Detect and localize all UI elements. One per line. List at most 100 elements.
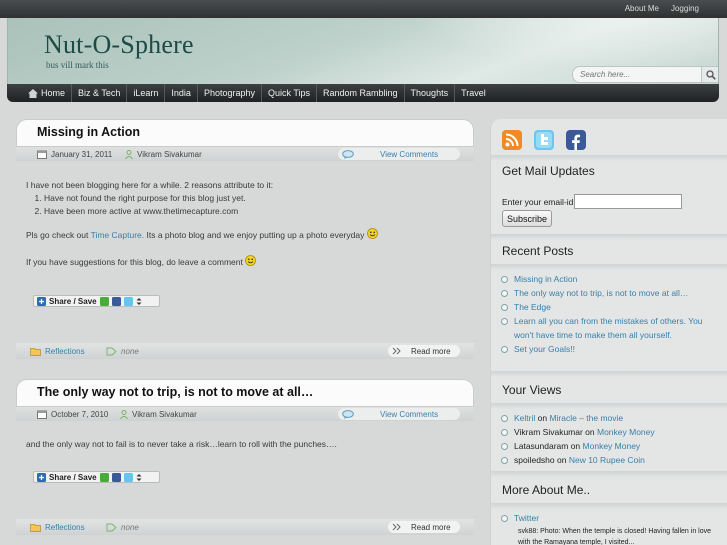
- recent-post-link[interactable]: The Edge: [514, 300, 551, 314]
- bullet-icon: [501, 304, 508, 311]
- comment-post-link[interactable]: Miracle – the movie: [549, 413, 623, 423]
- bullet-icon: [501, 276, 508, 283]
- subscribe-button[interactable]: Subscribe: [502, 210, 552, 227]
- nav-home[interactable]: Home: [22, 84, 73, 102]
- nav-biz-tech[interactable]: Biz & Tech: [72, 84, 128, 102]
- nav-india[interactable]: India: [165, 84, 198, 102]
- post-title[interactable]: Missing in Action: [37, 125, 473, 139]
- post-date: October 7, 2010: [37, 410, 108, 419]
- list-item: Learn all you can from the mistakes of o…: [501, 314, 723, 342]
- email-label: Enter your email-id: [502, 196, 574, 207]
- view-comments-link[interactable]: View Comments: [338, 408, 460, 420]
- about-list: Twitter: [501, 511, 723, 525]
- top-links: About Me Jogging: [625, 4, 699, 13]
- post-meta: October 7, 2010 Vikram Sivakumar View Co…: [16, 407, 474, 421]
- widget-divider: [491, 371, 727, 377]
- your-views-title: Your Views: [502, 383, 562, 397]
- site-title[interactable]: Nut-O-Sphere: [44, 30, 194, 60]
- comment-bubble-icon: [342, 409, 354, 419]
- user-icon: [125, 149, 133, 159]
- tags-text: none: [121, 522, 139, 532]
- post-text: If you have suggestions for this blog, d…: [26, 257, 243, 267]
- post-footer: Reflections none Read more: [16, 519, 474, 535]
- post-body: I have not been blogging here for a whil…: [26, 179, 466, 269]
- recent-post-link[interactable]: Learn all you can from the mistakes of o…: [514, 314, 723, 342]
- post-author-text: Vikram Sivakumar: [132, 409, 197, 419]
- bullet-icon: [501, 443, 508, 450]
- recent-posts-title: Recent Posts: [502, 244, 574, 258]
- category-link[interactable]: Reflections: [45, 347, 85, 356]
- post-author: Vikram Sivakumar: [125, 149, 202, 159]
- view-comments-label: View Comments: [380, 409, 439, 419]
- top-link-jogging[interactable]: Jogging: [671, 4, 699, 13]
- read-more-button[interactable]: Read more: [388, 345, 460, 357]
- recent-post-link[interactable]: The only way not to trip, is not to move…: [514, 286, 688, 300]
- site-tagline: bus vill mark this: [46, 60, 109, 70]
- email-field[interactable]: [574, 194, 683, 209]
- post-list: Have not found the right purpose for thi…: [44, 192, 466, 218]
- post-paragraph: Pls go check out Time Capture. Its a pho…: [26, 228, 466, 242]
- post-title[interactable]: The only way not to trip, is not to move…: [37, 385, 473, 399]
- double-chevron-right-icon: [392, 347, 401, 355]
- post-category: Reflections: [30, 523, 85, 532]
- twitter-icon[interactable]: [534, 130, 554, 150]
- plus-icon: [37, 296, 46, 306]
- facebook-icon[interactable]: [566, 130, 586, 150]
- widget-divider: [491, 155, 727, 161]
- twitter-share-icon: [123, 296, 133, 306]
- category-link[interactable]: Reflections: [45, 523, 85, 532]
- nav-random-rambling[interactable]: Random Rambling: [317, 84, 405, 102]
- recent-post-link[interactable]: Missing in Action: [514, 272, 577, 286]
- post-paragraph: and the only way not to fail is to never…: [26, 439, 337, 449]
- user-icon: [120, 409, 128, 419]
- comment-post-link[interactable]: Monkey Money: [597, 427, 655, 437]
- email-row: Enter your email-id: [502, 194, 683, 209]
- widget-divider: [491, 503, 727, 509]
- bullet-icon: [501, 457, 508, 464]
- folder-icon: [30, 523, 41, 532]
- nav-quick-tips[interactable]: Quick Tips: [262, 84, 317, 102]
- post-author: Vikram Sivakumar: [120, 409, 197, 419]
- list-item: Missing in Action: [501, 272, 723, 286]
- facebook-share-icon: [111, 472, 121, 482]
- share-save-button[interactable]: Share / Save: [33, 471, 160, 483]
- widget-divider: [491, 403, 727, 409]
- tweet-text: svk88: Photo: When the temple is closed!…: [518, 528, 711, 545]
- folder-icon: [30, 347, 41, 356]
- comment-author-link[interactable]: Keltril: [514, 413, 535, 423]
- rss-icon[interactable]: [502, 130, 522, 150]
- sidebar: Get Mail Updates Enter your email-id Sub…: [490, 119, 727, 545]
- recent-post-link[interactable]: Set your Goals!!: [514, 342, 575, 356]
- twitter-link[interactable]: Twitter: [514, 511, 539, 525]
- post-tags: none: [106, 523, 139, 532]
- search-input[interactable]: [572, 66, 702, 83]
- search-icon: [705, 69, 716, 80]
- list-item: Vikram Sivakumar on Monkey Money: [501, 425, 723, 439]
- widget-divider: [491, 234, 727, 240]
- nav-photography[interactable]: Photography: [198, 84, 262, 102]
- nav-travel[interactable]: Travel: [455, 84, 492, 102]
- share-save-button[interactable]: Share / Save: [33, 295, 160, 307]
- post-date-text: October 7, 2010: [51, 409, 109, 419]
- view-comments-label: View Comments: [380, 149, 439, 159]
- post-footer: Reflections none Read more: [16, 343, 474, 359]
- search-button[interactable]: [702, 66, 718, 83]
- top-link-about[interactable]: About Me: [625, 4, 659, 13]
- list-item: Keltril on Miracle – the movie: [501, 411, 723, 425]
- comment-post-link[interactable]: New 10 Rupee Coin: [569, 455, 645, 465]
- main-nav: Home Biz & Tech iLearn India Photography…: [7, 84, 719, 102]
- comment-author: Latasundaram: [514, 441, 569, 451]
- view-comments-link[interactable]: View Comments: [338, 148, 460, 160]
- time-capture-link[interactable]: Time Capture.: [91, 230, 145, 240]
- share-label: Share / Save: [49, 296, 97, 306]
- post-meta: January 31, 2011 Vikram Sivakumar View C…: [16, 147, 474, 161]
- comment-post-link[interactable]: Monkey Money: [583, 441, 641, 451]
- top-bar: About Me Jogging: [0, 0, 727, 18]
- read-more-button[interactable]: Read more: [388, 521, 460, 533]
- nav-thoughts[interactable]: Thoughts: [405, 84, 456, 102]
- bullet-icon: [501, 515, 508, 522]
- nav-ilearn[interactable]: iLearn: [127, 84, 166, 102]
- list-item: Set your Goals!!: [501, 342, 723, 356]
- comment-bubble-icon: [342, 149, 354, 159]
- list-item: The Edge: [501, 300, 723, 314]
